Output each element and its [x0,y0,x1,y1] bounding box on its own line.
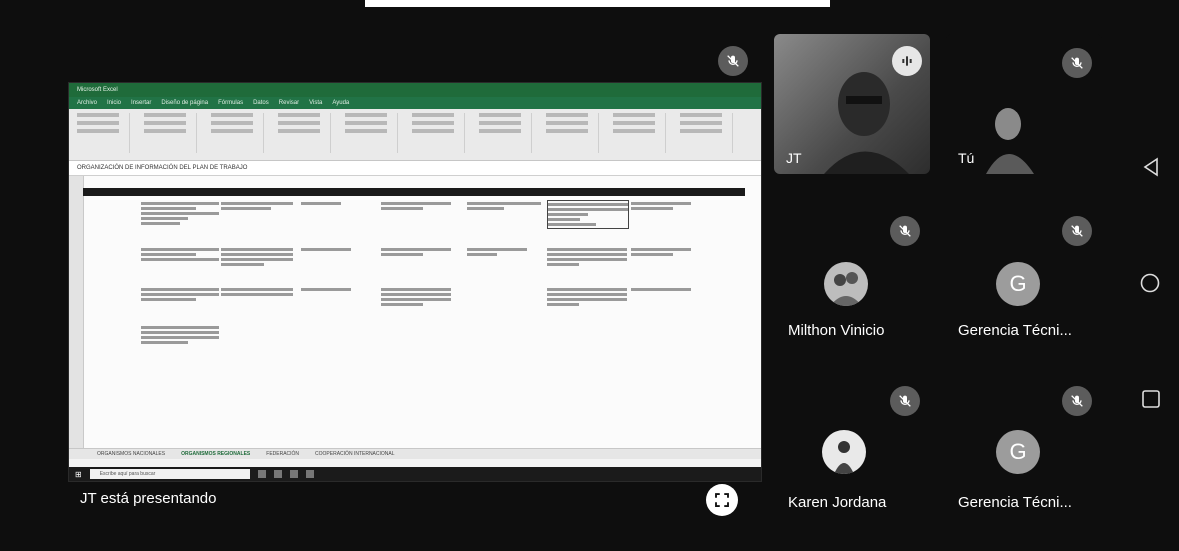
mic-off-icon [899,225,911,237]
fullscreen-icon [715,493,729,507]
mic-off-icon [1071,57,1083,69]
avatar [822,430,866,474]
sheet-tab: FEDERACIÓN [266,451,300,457]
cell-text-block [381,200,451,212]
avatar-letter: G [996,430,1040,474]
excel-tab: Ayuda [332,100,350,106]
cell-text-block [631,200,691,212]
home-circle-icon[interactable] [1139,272,1161,294]
cell-text-block [547,246,627,268]
top-status-bar [365,0,830,7]
participant-name: Gerencia Técni... [958,322,1072,339]
participant-name: Gerencia Técni... [958,494,1072,511]
ribbon-group [278,113,331,153]
excel-ribbon-tabs: Archivo Inicio Insertar Diseño de página… [69,97,761,109]
participant-tile-milthon[interactable]: Milthon Vinicio [774,210,930,350]
mic-off-badge [890,386,920,416]
cell-text-block [631,286,691,293]
cell-text-block [467,246,527,258]
audio-wave-icon [902,56,912,66]
ribbon-group [680,113,733,153]
participant-name: JT [786,150,802,166]
presentation-mic-off-badge [718,46,748,76]
sheet-tab: ORGANISMOS NACIONALES [97,451,166,457]
taskbar-app-icon [289,470,298,478]
cell-text-block [141,324,219,346]
spreadsheet-grid [69,176,761,448]
excel-tab: Insertar [131,100,152,106]
participant-tile-jt[interactable]: JT [774,34,930,174]
excel-ribbon [69,109,761,161]
participant-name: Karen Jordana [788,494,887,511]
mic-off-icon [1071,395,1083,407]
windows-start-icon: ⊞ [75,469,82,479]
sheet-tab: COOPERACIÓN INTERNACIONAL [315,451,395,457]
excel-tab: Datos [253,100,269,106]
mic-off-icon [727,55,739,67]
formula-bar: ORGANIZACIÓN DE INFORMACIÓN DEL PLAN DE … [69,161,761,176]
participant-name: Milthon Vinicio [788,322,885,339]
participant-tile-karen[interactable]: Karen Jordana [774,380,930,520]
taskbar-app-icon [257,470,266,478]
avatar [824,262,868,306]
cell-text-block [381,286,451,308]
taskbar-search: Escribe aquí para buscar [89,469,250,479]
participant-name: Tú [958,150,975,166]
back-triangle-icon[interactable] [1140,156,1162,178]
cell-text-block [547,200,629,229]
cell-text-block [221,200,293,212]
cell-text-block [141,200,219,227]
participant-tile-gerencia-2[interactable]: G Gerencia Técni... [946,380,1102,520]
ribbon-group [144,113,197,153]
cell-text-block [301,286,351,293]
excel-tab: Inicio [107,100,122,106]
excel-title-bar: Microsoft Excel [69,83,761,97]
excel-tab: Diseño de página [161,100,209,106]
cell-text-block [301,246,351,253]
avatar-letter: G [996,262,1040,306]
mic-off-badge [890,216,920,246]
ribbon-group [211,113,264,153]
sheet-tab-active: ORGANISMOS REGIONALES [181,451,251,457]
mic-off-badge [1062,216,1092,246]
excel-tab: Vista [309,100,323,106]
mic-off-icon [899,395,911,407]
excel-tab: Revisar [278,100,300,106]
cell-area [141,196,745,356]
ribbon-group [77,113,130,153]
mic-off-badge [1062,48,1092,78]
cell-text-block [547,286,627,308]
presenter-label: JT está presentando [80,490,217,507]
participant-tile-self[interactable]: Tú [946,34,1102,174]
taskbar-app-icon [305,470,314,478]
windows-taskbar: ⊞ Escribe aquí para buscar [69,467,761,481]
excel-sheet-tabs: ORGANISMOS NACIONALES ORGANISMOS REGIONA… [69,448,761,459]
cell-text-block [631,246,691,258]
recents-square-icon[interactable] [1140,388,1162,410]
taskbar-app-icon [273,470,282,478]
table-header-band [83,188,745,196]
cell-text-block [221,286,293,298]
cell-text-block [381,246,451,258]
cell-text-block [467,200,541,212]
cell-text-block [221,246,293,268]
participant-tile-gerencia-1[interactable]: G Gerencia Técni... [946,210,1102,350]
ribbon-group [479,113,532,153]
excel-tab: Fórmulas [218,100,244,106]
ribbon-group [613,113,666,153]
speaking-badge [892,46,922,76]
excel-tab: Archivo [77,100,98,106]
mic-off-icon [1071,225,1083,237]
ribbon-group [546,113,599,153]
ribbon-group [412,113,465,153]
cell-text-block [301,200,341,207]
shared-screen[interactable]: Microsoft Excel Archivo Inicio Insertar … [68,82,762,482]
mic-off-badge [1062,386,1092,416]
cell-text-block [141,246,219,263]
row-headers [69,176,84,448]
ribbon-group [345,113,398,153]
cell-text-block [141,286,219,303]
fullscreen-button[interactable] [706,484,738,516]
